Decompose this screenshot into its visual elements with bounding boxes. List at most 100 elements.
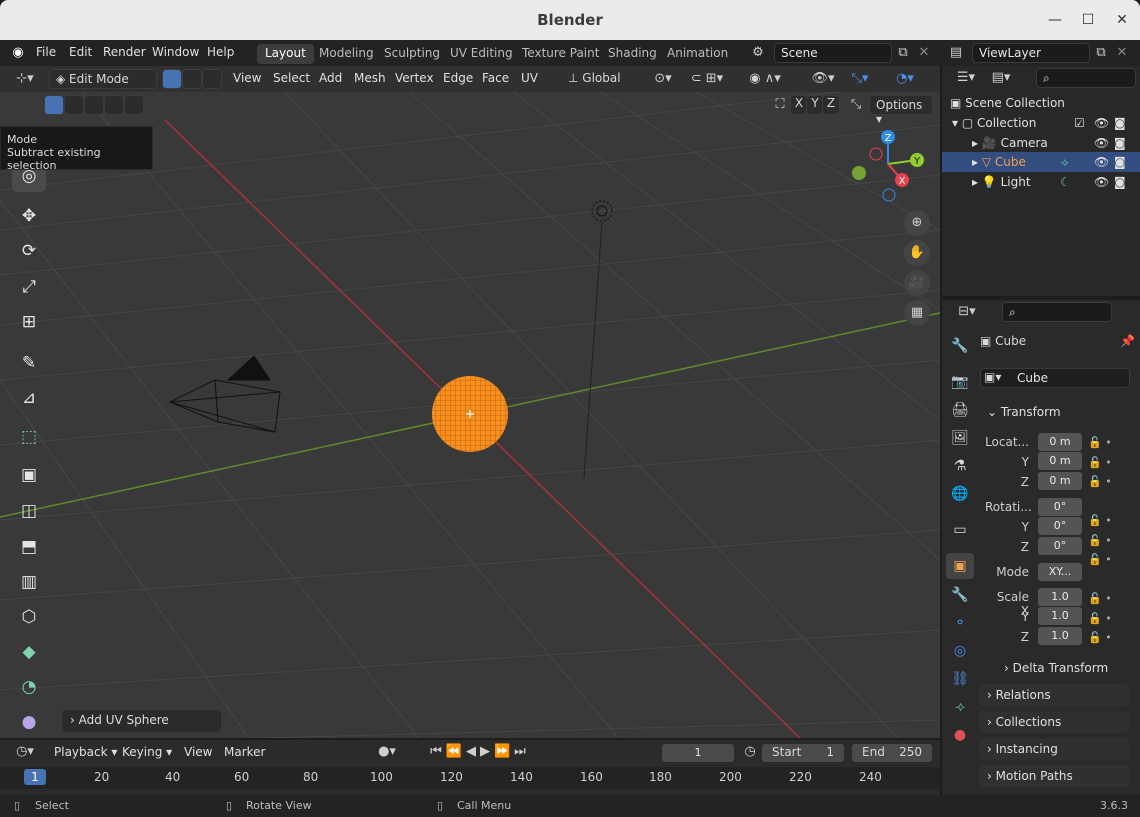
collection-tab-icon[interactable]: ▭: [946, 517, 974, 543]
relations-panel[interactable]: › Relations: [979, 684, 1129, 706]
poly-build-tool[interactable]: ◆: [12, 636, 46, 668]
modifier-tab-icon[interactable]: 🔧: [946, 582, 974, 608]
eye-icon[interactable]: 👁: [1094, 133, 1109, 153]
proportional-edit-icon[interactable]: ◉ ∧▾: [740, 69, 790, 89]
menu-render[interactable]: Render: [103, 45, 146, 59]
overlay-toggle-icon[interactable]: ◔▾: [890, 69, 920, 89]
rotation-y-field[interactable]: 0°: [1038, 517, 1082, 535]
scale-tool[interactable]: ⤢: [12, 271, 46, 303]
rotate-tool[interactable]: ⟳: [12, 235, 46, 267]
playhead[interactable]: 1: [24, 769, 46, 785]
light-object[interactable]: [583, 200, 613, 479]
tab-uv-editing[interactable]: UV Editing: [442, 44, 521, 64]
menu-uv[interactable]: UV: [521, 71, 538, 85]
render-camera-icon[interactable]: ◙: [1114, 113, 1126, 133]
tab-shading[interactable]: Shading: [600, 44, 665, 64]
select-subtract-button[interactable]: [84, 95, 104, 115]
menu-select[interactable]: Select: [273, 71, 310, 85]
timeline-editor-icon[interactable]: ◷▾: [10, 742, 40, 762]
mode-select[interactable]: ◈ Edit Mode: [49, 69, 157, 89]
face-select-button[interactable]: [202, 69, 222, 89]
auto-keying-icon[interactable]: ●▾: [374, 742, 400, 762]
outliner-editor-icon[interactable]: ☰▾: [952, 68, 980, 88]
scene-tab-icon[interactable]: ⚗: [946, 453, 974, 479]
location-z-field[interactable]: 0 m: [1038, 472, 1082, 490]
knife-tool[interactable]: ⬡: [12, 601, 46, 633]
menu-help[interactable]: Help: [207, 45, 234, 59]
menu-timeline-view[interactable]: View: [184, 745, 212, 759]
maximize-button[interactable]: ☐: [1078, 10, 1098, 30]
select-new-button[interactable]: [44, 95, 64, 115]
menu-edit[interactable]: Edit: [69, 45, 92, 59]
render-camera-icon[interactable]: ◙: [1114, 152, 1126, 172]
properties-editor-icon[interactable]: ⊟▾: [952, 302, 982, 322]
outliner-item-cube[interactable]: ▸ ▽ Cube ⟢ 👁 ◙: [942, 152, 1140, 172]
menu-mesh[interactable]: Mesh: [354, 71, 386, 85]
menu-edge[interactable]: Edge: [443, 71, 473, 85]
rotation-mode-select[interactable]: XY...: [1038, 563, 1082, 581]
last-operator-panel[interactable]: › Add UV Sphere: [62, 710, 221, 732]
playback-controls[interactable]: ⏮⏪◀▶⏩⏭: [420, 742, 540, 762]
material-tab-icon[interactable]: ●: [946, 722, 974, 748]
tab-layout[interactable]: Layout: [257, 44, 314, 64]
extrude-tool[interactable]: ▣: [12, 459, 46, 491]
menu-view[interactable]: View: [233, 71, 261, 85]
pan-hand-icon[interactable]: ✋: [904, 240, 930, 266]
camera-view-icon[interactable]: 🎥: [904, 270, 930, 296]
editor-type-icon[interactable]: ⊹▾: [10, 69, 40, 89]
edge-select-button[interactable]: [182, 69, 202, 89]
location-x-field[interactable]: 0 m: [1038, 433, 1082, 451]
rotation-z-field[interactable]: 0°: [1038, 537, 1082, 555]
scale-z-field[interactable]: 1.0: [1038, 627, 1082, 645]
motion-paths-panel[interactable]: › Motion Paths: [979, 765, 1129, 787]
end-frame-field[interactable]: End 250: [852, 744, 932, 762]
inset-tool[interactable]: ◫: [12, 495, 46, 527]
bevel-tool[interactable]: ⬒: [12, 531, 46, 563]
visibility-icon[interactable]: 👁▾: [808, 69, 838, 89]
transform-panel-header[interactable]: ⌄ Transform: [979, 401, 1129, 423]
lock-icon-column[interactable]: 🔓 • 🔓 • 🔓 • 🔓 • 🔓 • 🔓 • 🔓 • 🔓 • 🔓 •: [1088, 433, 1118, 645]
eye-icon[interactable]: 👁: [1094, 152, 1109, 172]
close-button[interactable]: ✕: [1112, 10, 1132, 30]
scene-field[interactable]: Scene: [774, 43, 892, 63]
auto-merge-icon[interactable]: ⤡: [846, 95, 866, 115]
eye-icon[interactable]: 👁: [1094, 172, 1109, 192]
snap-icon[interactable]: ⊂ ⊞▾: [682, 69, 732, 89]
menu-add[interactable]: Add: [319, 71, 342, 85]
render-tab-icon[interactable]: 📷: [946, 369, 974, 395]
annotate-tool[interactable]: ✎: [12, 347, 46, 379]
delete-scene-icon[interactable]: ✕: [915, 43, 933, 63]
zoom-icon[interactable]: ⊕: [904, 210, 930, 236]
delta-transform-panel[interactable]: › Delta Transform: [996, 657, 1126, 679]
scale-x-field[interactable]: 1.0: [1038, 588, 1082, 606]
menu-keying[interactable]: Keying ▾: [122, 745, 172, 759]
blender-logo-icon[interactable]: ◉: [8, 43, 28, 63]
orientation-select[interactable]: ⊥ Global: [562, 69, 640, 89]
scale-y-field[interactable]: 1.0: [1038, 607, 1082, 625]
new-scene-icon[interactable]: ⧉: [894, 43, 912, 63]
menu-vertex[interactable]: Vertex: [395, 71, 434, 85]
mirror-icon[interactable]: ⛶: [770, 95, 790, 115]
scene-icon[interactable]: ⚙: [746, 43, 770, 63]
options-dropdown[interactable]: Options ▾: [869, 95, 933, 126]
viewlayer-icon[interactable]: ▤: [944, 43, 968, 63]
add-cube-tool[interactable]: ⬚: [12, 421, 46, 453]
tab-texture-paint[interactable]: Texture Paint: [514, 44, 607, 64]
particles-tab-icon[interactable]: ⚬: [946, 610, 974, 636]
eye-icon[interactable]: 👁: [1094, 113, 1109, 133]
instancing-panel[interactable]: › Instancing: [979, 738, 1129, 760]
gizmo-toggle-icon[interactable]: ⤡▾: [845, 69, 875, 89]
physics-tab-icon[interactable]: ◎: [946, 638, 974, 664]
display-mode-icon[interactable]: ▤▾: [986, 68, 1016, 88]
outliner-item-camera[interactable]: ▸ 🎥 Camera 👁 ◙: [942, 133, 1140, 153]
menu-face[interactable]: Face: [482, 71, 509, 85]
outliner-item-light[interactable]: ▸ 💡 Light ☾ 👁 ◙: [942, 172, 1140, 192]
collection-checkbox[interactable]: ☑: [1074, 113, 1085, 133]
world-tab-icon[interactable]: 🌐: [946, 481, 974, 507]
object-tab-icon[interactable]: ▣: [946, 553, 974, 579]
outliner-search[interactable]: ⌕: [1036, 68, 1136, 88]
timeline-ruler[interactable]: 1 20 40 60 80 100 120 140 160 180 200 22…: [0, 767, 940, 789]
current-frame-field[interactable]: 1: [662, 744, 734, 762]
menu-window[interactable]: Window: [152, 45, 199, 59]
menu-playback[interactable]: Playback ▾: [54, 745, 117, 759]
